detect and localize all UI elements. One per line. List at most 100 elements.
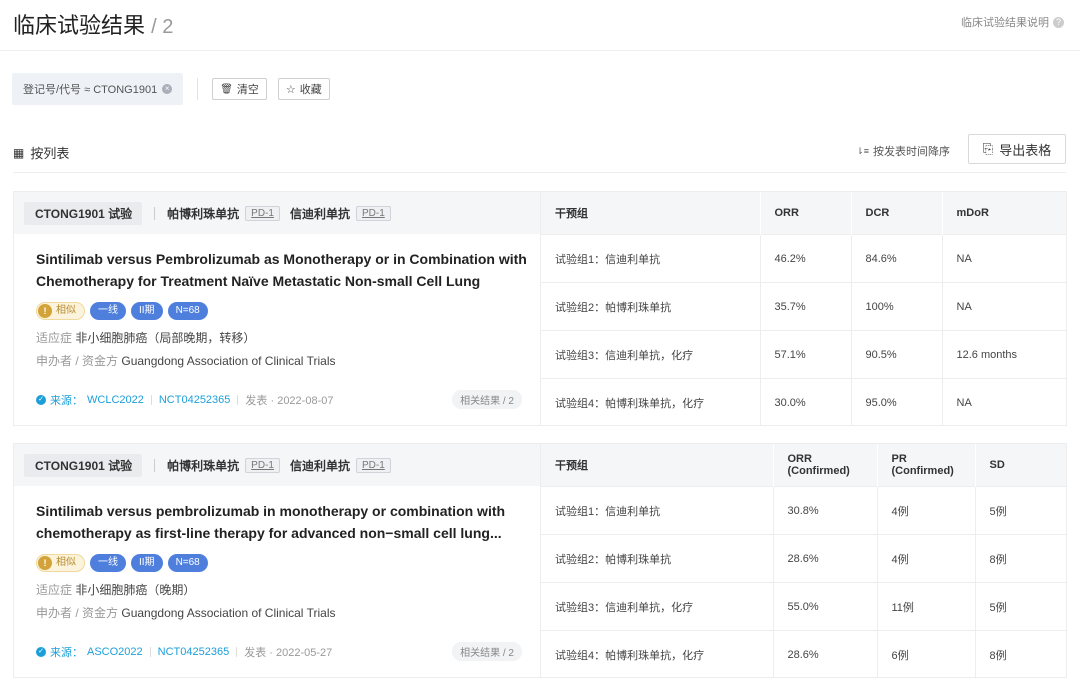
trial-tag[interactable]: CTONG1901 试验 — [24, 201, 143, 225]
help-label: 临床试验结果说明 — [961, 17, 1049, 29]
clear-button[interactable]: 🗑 清空 — [212, 78, 267, 100]
table-header-row: 干预组 ORR (Confirmed) PR (Confirmed) SD — [541, 444, 1066, 487]
value-cell: 28.6% — [772, 534, 877, 583]
sample-size-badge: N=68 — [167, 554, 208, 572]
value-cell: 46.2% — [759, 234, 851, 283]
source-prefix: 来源： — [50, 647, 83, 659]
favorite-button[interactable]: ☆ 收藏 — [277, 78, 330, 100]
divider — [197, 78, 199, 100]
table-row: 试验组2：帕博利珠单抗 35.7% 100% NA — [541, 282, 1066, 331]
value-cell: 4例 — [876, 486, 975, 535]
list-view-toggle[interactable]: ▦ 按列表 — [13, 143, 69, 162]
target-tag[interactable]: PD-1 — [245, 457, 280, 473]
target-tag[interactable]: PD-1 — [355, 457, 391, 473]
help-link[interactable]: 临床试验结果说明 ? — [961, 14, 1064, 30]
arm-cell: 试验组2：帕博利珠单抗 — [541, 534, 773, 583]
value-cell: 5例 — [974, 486, 1066, 535]
value-cell: NA — [941, 234, 1066, 283]
table-row: 试验组3：信迪利单抗，化疗 57.1% 90.5% 12.6 months — [541, 330, 1066, 379]
value-cell: 4例 — [876, 534, 975, 583]
value-cell: 8例 — [974, 630, 1066, 678]
sort-dropdown[interactable]: ⇂≡ 按发表时间降序 — [856, 143, 950, 159]
value-cell: 55.0% — [772, 582, 877, 631]
value-cell: 100% — [850, 282, 942, 331]
arm-cell: 试验组3：信迪利单抗，化疗 — [541, 582, 773, 631]
results-table-wrap: 干预组 ORR (Confirmed) PR (Confirmed) SD 试验… — [541, 444, 1066, 678]
value-cell: 84.6% — [850, 234, 942, 283]
card-title[interactable]: Sintilimab versus Pembrolizumab as Monot… — [36, 248, 528, 292]
card-header: CTONG1901 试验 帕博利珠单抗 PD-1 信迪利单抗 PD-1 — [14, 192, 540, 234]
sort-icon: ⇂≡ — [856, 145, 869, 156]
favorite-label: 收藏 — [299, 84, 322, 96]
divider — [237, 395, 239, 405]
source-prefix: 来源： — [50, 395, 83, 407]
column-header: mDoR — [941, 192, 1066, 235]
indication-line: 适应症 非小细胞肺癌（晚期） — [36, 581, 540, 598]
source-link[interactable]: ✓ 来源： WCLC2022 — [36, 392, 144, 408]
value-cell: NA — [941, 282, 1066, 331]
drug-name[interactable]: 帕博利珠单抗 — [167, 457, 239, 474]
page-header: 临床试验结果 / 2 临床试验结果说明 ? — [0, 0, 1080, 51]
indication-line: 适应症 非小细胞肺癌（局部晚期，转移） — [36, 329, 540, 346]
publish-date: 发表 · 2022-05-27 — [244, 647, 333, 659]
related-results-button[interactable]: 相关结果 / 2 — [452, 642, 522, 661]
source-icon: ✓ — [36, 395, 46, 405]
sort-label: 按发表时间降序 — [873, 146, 950, 158]
card-footer: ✓ 来源： ASCO2022 NCT04252365 发表 · 2022-05-… — [36, 642, 522, 662]
view-toolbar: ▦ 按列表 ⇂≡ 按发表时间降序 ⎘ 导出表格 — [13, 134, 1066, 173]
filter-chip-label: 登记号/代号 ≈ CTONG1901 — [23, 84, 158, 96]
value-cell: 5例 — [974, 582, 1066, 631]
arm-cell: 试验组1：信迪利单抗 — [541, 486, 773, 535]
drug-name[interactable]: 信迪利单抗 — [290, 205, 350, 222]
export-button[interactable]: ⎘ 导出表格 — [968, 134, 1066, 164]
value-cell: NA — [941, 378, 1066, 426]
value-cell: 35.7% — [759, 282, 851, 331]
divider — [154, 206, 156, 220]
column-header: SD — [974, 444, 1066, 487]
indication-value: 非小细胞肺癌（晚期） — [75, 583, 196, 597]
trial-tag[interactable]: CTONG1901 试验 — [24, 453, 143, 477]
table-row: 试验组4：帕博利珠单抗，化疗 28.6% 6例 8例 — [541, 630, 1066, 678]
indication-key: 适应症 — [36, 583, 73, 597]
table-row: 试验组1：信迪利单抗 30.8% 4例 5例 — [541, 486, 1066, 535]
column-header: 干预组 — [541, 444, 773, 487]
divider — [149, 647, 151, 657]
export-icon: ⎘ — [982, 141, 994, 156]
result-count: / 2 — [151, 16, 174, 38]
results-table: 干预组 ORR DCR mDoR 试验组1：信迪利单抗 46.2% 84.6% … — [541, 192, 1066, 426]
publish-date: 发表 · 2022-08-07 — [245, 395, 334, 407]
close-icon[interactable]: × — [162, 84, 173, 94]
arm-cell: 试验组3：信迪利单抗，化疗 — [541, 330, 760, 379]
line-badge: 一线 — [90, 302, 126, 320]
nct-link[interactable]: NCT04252365 — [159, 394, 231, 406]
column-header: 干预组 — [541, 192, 760, 235]
list-view-label: 按列表 — [30, 146, 70, 161]
arm-cell: 试验组4：帕博利珠单抗，化疗 — [541, 630, 773, 678]
filter-chip[interactable]: 登记号/代号 ≈ CTONG1901 × — [12, 73, 184, 105]
nct-link[interactable]: NCT04252365 — [158, 646, 230, 658]
result-card: CTONG1901 试验 帕博利珠单抗 PD-1 信迪利单抗 PD-1 Sint… — [13, 443, 1067, 678]
table-row: 试验组3：信迪利单抗，化疗 55.0% 11例 5例 — [541, 582, 1066, 631]
source-icon: ✓ — [36, 647, 46, 657]
drug-name[interactable]: 帕博利珠单抗 — [167, 205, 239, 222]
target-tag[interactable]: PD-1 — [245, 205, 280, 221]
target-tag[interactable]: PD-1 — [355, 205, 391, 221]
similar-label: 相似 — [56, 557, 76, 568]
indication-value: 非小细胞肺癌（局部晚期，转移） — [75, 331, 256, 345]
table-row: 试验组4：帕博利珠单抗，化疗 30.0% 95.0% NA — [541, 378, 1066, 426]
sample-size-badge: N=68 — [167, 302, 208, 320]
source-link[interactable]: ✓ 来源： ASCO2022 — [36, 644, 143, 660]
arm-cell: 试验组2：帕博利珠单抗 — [541, 282, 760, 331]
drug-name[interactable]: 信迪利单抗 — [290, 457, 350, 474]
sponsor-line: 申办者 / 资金方 Guangdong Association of Clini… — [36, 352, 540, 369]
value-cell: 8例 — [974, 534, 1066, 583]
results-table: 干预组 ORR (Confirmed) PR (Confirmed) SD 试验… — [541, 444, 1066, 678]
page-title: 临床试验结果 / 2 — [13, 8, 173, 40]
table-icon: ▦ — [13, 145, 25, 160]
card-title[interactable]: Sintilimab versus pembrolizumab in monot… — [36, 500, 528, 544]
similar-badge: ! 相似 — [36, 302, 85, 320]
related-results-button[interactable]: 相关结果 / 2 — [452, 390, 522, 409]
badge-row: ! 相似 一线 II期 N=68 — [36, 302, 540, 320]
value-cell: 95.0% — [850, 378, 942, 426]
source-name: WCLC2022 — [87, 394, 144, 406]
